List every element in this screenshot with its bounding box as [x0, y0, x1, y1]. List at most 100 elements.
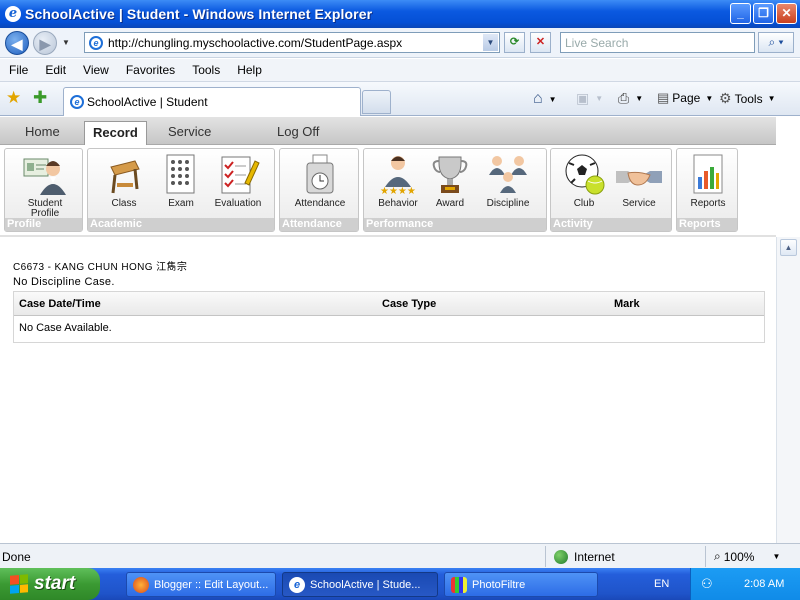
recent-pages-dropdown-icon[interactable]: ▼ [62, 38, 70, 47]
tab-title: SchoolActive | Student [87, 95, 208, 109]
task-blogger[interactable]: Blogger :: Edit Layout... [126, 572, 276, 597]
class-desk-icon [101, 153, 147, 195]
add-favorite-icon[interactable]: ✚ [33, 88, 47, 108]
task-schoolactive[interactable]: e SchoolActive | Stude... [282, 572, 438, 597]
zone-label: Internet [574, 549, 615, 564]
page-menu-button[interactable]: ▤ Page ▼ [657, 90, 713, 106]
start-button[interactable]: start [0, 568, 100, 600]
close-button[interactable]: ✕ [776, 3, 797, 24]
refresh-icon[interactable]: ⟳ [504, 32, 525, 53]
vertical-scrollbar[interactable]: ▲ [776, 237, 800, 543]
address-toolbar: ◀ ▶ ▼ e http://chungling.myschoolactive.… [0, 28, 800, 58]
behavior-stars-icon: ★★★★ [375, 153, 421, 197]
address-field[interactable]: e http://chungling.myschoolactive.com/St… [84, 32, 500, 53]
exam-label: Exam [168, 198, 194, 209]
behavior-label: Behavior [378, 198, 418, 209]
col-case-type[interactable]: Case Type [382, 298, 436, 310]
club-balls-icon [561, 153, 607, 195]
print-button[interactable]: ⎙ ▼ [618, 90, 643, 107]
group-attendance-label: Attendance [280, 218, 358, 231]
record-toolbar: Student Profile Profile Class Exam Evalu… [0, 146, 776, 236]
reports-chart-icon [685, 153, 731, 195]
group-profile: Student Profile Profile [4, 148, 83, 232]
tools-menu-button[interactable]: ⚙ Tools ▼ [719, 90, 776, 107]
attendance-clock-icon [297, 153, 343, 195]
group-attendance: Attendance Attendance [279, 148, 359, 232]
service-button[interactable]: Service [611, 153, 667, 209]
start-label: start [34, 573, 76, 594]
home-icon: ⌂ [533, 90, 543, 107]
student-profile-button[interactable]: Student Profile [17, 153, 73, 219]
zoom-icon: ⌕ [714, 549, 721, 563]
zoom-control[interactable]: ⌕ 100% ▼ [705, 546, 780, 567]
col-mark[interactable]: Mark [614, 298, 640, 310]
award-trophy-icon [427, 153, 473, 195]
discipline-button[interactable]: Discipline [480, 153, 536, 209]
class-label: Class [111, 198, 137, 209]
page-icon: e [89, 35, 103, 50]
menu-view[interactable]: View [83, 63, 109, 77]
club-label: Club [573, 198, 595, 209]
task-photofiltre[interactable]: PhotoFiltre [444, 572, 598, 597]
address-dropdown-icon[interactable]: ▼ [483, 34, 498, 51]
reports-button[interactable]: Reports [680, 153, 736, 209]
stop-icon[interactable]: ✕ [530, 32, 551, 53]
window-title-bar[interactable]: e SchoolActive | Student - Windows Inter… [0, 0, 800, 28]
maximize-button[interactable]: ❐ [753, 3, 774, 24]
menu-help[interactable]: Help [237, 63, 262, 77]
nav-log-off[interactable]: Log Off [277, 124, 319, 139]
menu-edit[interactable]: Edit [45, 63, 66, 77]
award-label: Award [435, 198, 465, 209]
reports-label: Reports [690, 198, 726, 209]
svg-text:★★★★: ★★★★ [380, 186, 416, 195]
evaluation-button[interactable]: Evaluation [210, 153, 266, 209]
nav-service[interactable]: Service [168, 124, 211, 139]
tab-ie-icon: e [70, 95, 84, 109]
group-academic: Class Exam Evaluation Academic [87, 148, 275, 232]
attendance-button[interactable]: Attendance [292, 153, 348, 209]
nav-home[interactable]: Home [25, 124, 60, 139]
award-button[interactable]: Award [422, 153, 478, 209]
discipline-people-icon [485, 153, 531, 195]
favorites-star-icon[interactable]: ★ [6, 88, 21, 108]
group-performance-label: Performance [364, 218, 546, 231]
class-button[interactable]: Class [96, 153, 152, 209]
clock: 2:08 AM [744, 578, 785, 590]
menu-tools[interactable]: Tools [192, 63, 220, 77]
behavior-button[interactable]: ★★★★ Behavior [370, 153, 426, 209]
tab-schoolactive[interactable]: e SchoolActive | Student [63, 87, 361, 116]
task-schoolactive-label: SchoolActive | Stude... [310, 578, 421, 591]
content-divider [0, 235, 776, 237]
scroll-up-button[interactable]: ▲ [780, 239, 797, 256]
group-activity: Club Service Activity [550, 148, 672, 232]
network-icon[interactable]: ⚇ [701, 576, 713, 592]
app-nav-bar: Home Record Service Log Off [0, 117, 776, 145]
service-handshake-icon [616, 153, 662, 195]
ie-logo-icon: e [5, 6, 21, 22]
new-tab-button[interactable] [362, 90, 391, 114]
group-profile-label: Profile [5, 218, 82, 231]
menu-file[interactable]: File [9, 63, 28, 77]
exam-button[interactable]: Exam [153, 153, 209, 209]
minimize-button[interactable]: _ [730, 3, 751, 24]
search-input[interactable]: Live Search [560, 32, 755, 53]
feeds-button[interactable]: ▣ ▼ [576, 90, 603, 107]
group-academic-label: Academic [88, 218, 274, 231]
nav-record[interactable]: Record [84, 121, 147, 145]
club-button[interactable]: Club [556, 153, 612, 209]
home-button[interactable]: ⌂ ▼ [533, 90, 557, 108]
system-tray: ⚇ 2:08 AM [690, 568, 800, 600]
rss-icon: ▣ [576, 90, 590, 106]
forward-button[interactable]: ▶ [33, 31, 57, 55]
discipline-message: No Discipline Case. [13, 276, 115, 288]
evaluation-label: Evaluation [214, 198, 262, 209]
language-indicator[interactable]: EN [654, 578, 669, 590]
search-button[interactable]: ⌕ ▾ [758, 32, 794, 53]
menu-favorites[interactable]: Favorites [126, 63, 175, 77]
col-case-datetime[interactable]: Case Date/Time [19, 298, 101, 310]
back-button[interactable]: ◀ [5, 31, 29, 55]
tab-bar: ★ ✚ e SchoolActive | Student ⌂ ▼ ▣ ▼ ⎙ ▼ ▤ … [0, 82, 800, 116]
security-zone[interactable]: Internet [545, 546, 615, 567]
student-profile-label: Student Profile [27, 198, 63, 219]
task-blogger-label: Blogger :: Edit Layout... [154, 578, 269, 591]
